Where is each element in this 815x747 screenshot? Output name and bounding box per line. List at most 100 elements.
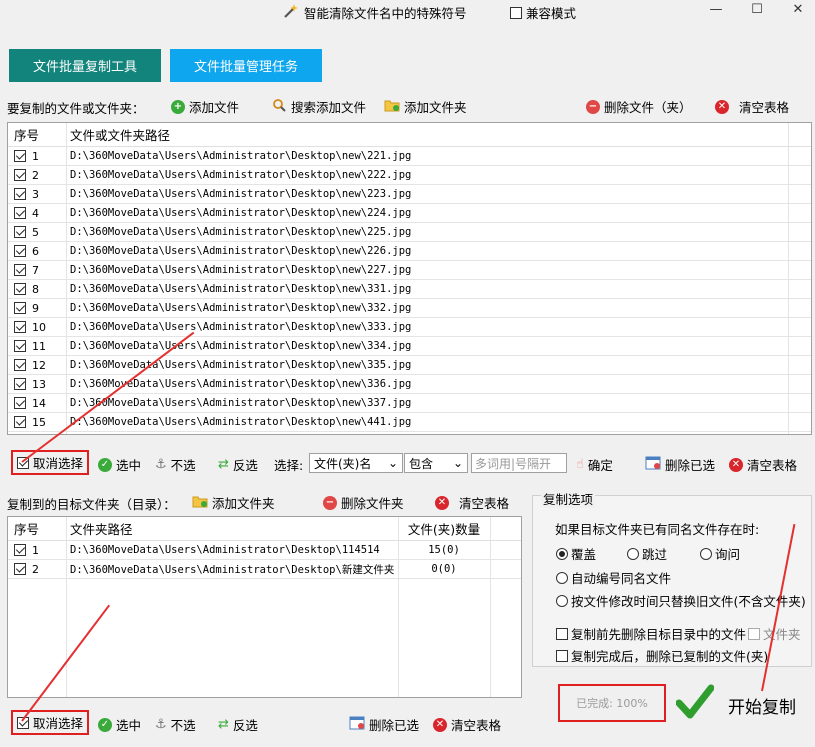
table-row[interactable]: 1 D:\360MoveData\Users\Administrator\Desk… [8,147,811,166]
radio-skip[interactable]: 跳过 [627,544,667,563]
target-delete-folder-button[interactable]: − 删除文件夹 [323,493,404,512]
skip-label: 跳过 [642,547,668,562]
row-path: D:\360MoveData\Users\Administrator\Deskt… [70,340,412,352]
row-checkbox[interactable] [14,150,26,162]
table-row[interactable]: 3 D:\360MoveData\Users\Administrator\Desk… [8,185,811,204]
add-folder-button[interactable]: 添加文件夹 [384,97,467,116]
radio-ask[interactable]: 询问 [700,544,740,563]
row-checkbox[interactable] [14,397,26,409]
minimize-button[interactable]: — [706,2,726,20]
radio-auto-number[interactable]: 自动编号同名文件 [556,568,671,587]
table-row[interactable]: 4 D:\360MoveData\Users\Administrator\Desk… [8,204,811,223]
row-path: D:\360MoveData\Users\Administrator\Deskt… [70,150,412,162]
table-row[interactable]: 14 D:\360MoveData\Users\Administrator\Des… [8,394,811,413]
row-checkbox[interactable] [14,302,26,314]
x-circle-icon: ✕ [729,457,743,472]
target-clear-table-button[interactable]: ✕ 清空表格 [433,715,501,734]
radio-off[interactable] [627,547,639,560]
checkbox-unchecked[interactable] [556,627,568,640]
radio-by-time[interactable]: 按文件修改时间只替换旧文件(不含文件夹) [556,591,806,610]
tab-batch-manage[interactable]: 文件批量管理任务 [170,49,322,82]
table-row[interactable]: 9 D:\360MoveData\Users\Administrator\Desk… [8,299,811,318]
table-row[interactable]: 10 D:\360MoveData\Users\Administrator\Des… [8,318,811,337]
target-deselect-button[interactable]: ⚓ 不选 [155,715,196,734]
source-deselect-button[interactable]: ⚓ 不选 [155,455,196,474]
maximize-button[interactable]: ☐ [747,2,767,20]
row-checkbox[interactable] [14,378,26,390]
tab-batch-copy[interactable]: 文件批量复制工具 [9,49,161,82]
row-index: 1 [32,543,39,557]
target-uncheck-button[interactable]: 取消选择 [11,710,90,735]
source-invert-button[interactable]: ⇄ 反选 [218,455,258,474]
row-checkbox[interactable] [14,188,26,200]
chevron-down-icon: ⌄ [452,456,463,470]
anchor-icon: ⚓ [155,717,167,732]
table-row[interactable]: 11 D:\360MoveData\Users\Administrator\Des… [8,337,811,356]
add-file-button[interactable]: + 添加文件 [171,97,239,116]
source-select-button[interactable]: ✓ 选中 [98,455,141,474]
compat-mode-checkbox[interactable]: 兼容模式 [510,3,576,22]
checkbox-unchecked[interactable] [748,627,760,640]
row-checkbox[interactable] [14,359,26,371]
table-row[interactable]: 12 D:\360MoveData\Users\Administrator\Des… [8,356,811,375]
add-folder-label: 添加文件夹 [404,100,467,115]
source-file-table[interactable]: 序号 文件或文件夹路径 1 D:\360MoveData\Users\Admini… [7,122,812,435]
table-row[interactable]: 8 D:\360MoveData\Users\Administrator\Desk… [8,280,811,299]
row-index: 4 [32,206,39,220]
close-button[interactable]: ✕ [788,2,808,20]
target-add-folder-button[interactable]: 添加文件夹 [192,493,275,512]
row-checkbox[interactable] [14,169,26,181]
row-checkbox[interactable] [14,416,26,428]
table-row[interactable]: 2 D:\360MoveData\Users\Administrator\Desk… [8,166,811,185]
target-clear-button[interactable]: ✕ 清空表格 [435,493,509,512]
compat-checkbox-box[interactable] [510,6,522,19]
row-checkbox[interactable] [14,245,26,257]
table-row[interactable]: 13 D:\360MoveData\Users\Administrator\Des… [8,375,811,394]
table-row[interactable]: 15 D:\360MoveData\Users\Administrator\Des… [8,413,811,432]
radio-off[interactable] [700,547,712,560]
swap-icon: ⇄ [218,717,229,732]
progress-status: 已完成: 100% [558,684,666,722]
row-checkbox[interactable] [14,207,26,219]
row-checkbox[interactable] [14,264,26,276]
ask-label: 询问 [715,547,741,562]
target-delete-selected-button[interactable]: 删除已选 [349,715,419,734]
type-select[interactable]: 文件(夹)名 ⌄ [309,453,403,473]
overwrite-label: 覆盖 [571,547,597,562]
row-checkbox[interactable] [14,321,26,333]
radio-off[interactable] [556,571,568,584]
source-delete-selected-button[interactable]: 删除已选 [645,455,715,474]
delete-after-checkbox[interactable]: 复制完成后，删除已复制的文件(夹) [556,646,768,665]
clear-table-button[interactable]: ✕ 清空表格 [715,97,789,116]
target-folder-table[interactable]: 序号 文件夹路径 文件(夹)数量 1 D:\360MoveData\Users\A… [7,516,522,698]
start-copy-button[interactable]: 开始复制 [728,693,796,718]
delete-file-button[interactable]: − 删除文件（夹） [586,97,692,116]
radio-on[interactable] [556,547,568,560]
table-row[interactable]: 2 D:\360MoveData\Users\Administrator\Desk… [8,560,521,579]
match-select[interactable]: 包含 ⌄ [404,453,468,473]
checkbox-unchecked[interactable] [556,649,568,662]
search-add-file-button[interactable]: 搜索添加文件 [272,97,366,116]
target-select-button[interactable]: ✓ 选中 [98,715,141,734]
radio-overwrite[interactable]: 覆盖 [556,544,596,563]
row-index: 15 [32,415,46,429]
confirm-button[interactable]: ☝ 确定 [576,455,613,474]
table-row[interactable]: 5 D:\360MoveData\Users\Administrator\Desk… [8,223,811,242]
row-checkbox[interactable] [14,283,26,295]
row-path: D:\360MoveData\Users\Administrator\Deskt… [70,169,412,181]
plus-icon: + [171,99,185,114]
table-row[interactable]: 1 D:\360MoveData\Users\Administrator\Desk… [8,541,521,560]
row-index: 2 [32,168,39,182]
source-clear-table-button[interactable]: ✕ 清空表格 [729,455,797,474]
progress-text: 已完成: 100% [576,697,648,710]
row-checkbox[interactable] [14,340,26,352]
target-invert-button[interactable]: ⇄ 反选 [218,715,258,734]
radio-off[interactable] [556,594,568,607]
row-checkbox[interactable] [14,563,26,575]
row-checkbox[interactable] [14,544,26,556]
keyword-input[interactable]: 多词用|号隔开 [471,453,567,473]
table-row[interactable]: 6 D:\360MoveData\Users\Administrator\Desk… [8,242,811,261]
table-row[interactable]: 7 D:\360MoveData\Users\Administrator\Desk… [8,261,811,280]
delete-before-checkbox[interactable]: 复制前先删除目标目录中的文件 [556,624,746,643]
row-checkbox[interactable] [14,226,26,238]
